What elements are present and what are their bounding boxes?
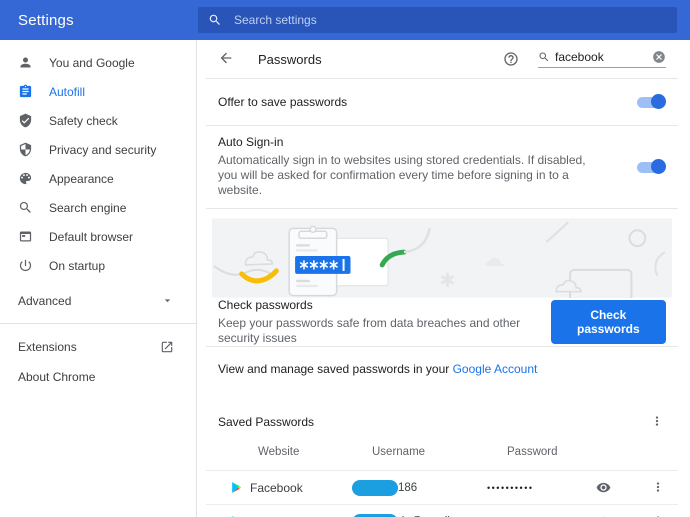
check-passwords-description: Keep your passwords safe from data breac…	[218, 316, 521, 345]
sidebar-item-about-chrome[interactable]: About Chrome	[0, 362, 196, 392]
sidebar-item-autofill[interactable]: Autofill	[0, 77, 196, 106]
offer-save-label: Offer to save passwords	[218, 95, 348, 109]
auto-signin-label: Auto Sign-in	[218, 135, 284, 149]
palette-icon	[19, 172, 32, 185]
sidebar-item-label: Search engine	[49, 200, 127, 215]
password-row: Facebook 186 ••••••••••	[206, 470, 678, 504]
toggle-knob	[651, 94, 666, 109]
password-row-menu-button[interactable]	[651, 480, 666, 495]
extensions-label: Extensions	[18, 340, 77, 354]
toggle-knob	[651, 158, 666, 174]
passwords-table-header: Website Username Password	[206, 434, 678, 470]
manage-passwords-note: View and manage saved passwords in your …	[206, 347, 678, 393]
saved-passwords-title: Saved Passwords	[218, 415, 315, 429]
passwords-search-field[interactable]	[538, 50, 666, 68]
person-icon	[20, 57, 31, 68]
power-icon	[19, 259, 32, 272]
sidebar-divider	[0, 323, 196, 324]
saved-passwords-header: Saved Passwords	[206, 410, 678, 434]
sidebar-item-extensions[interactable]: Extensions	[0, 332, 196, 362]
auto-signin-description: Automatically sign in to websites using …	[218, 153, 586, 197]
sidebar-item-label: Default browser	[49, 229, 134, 244]
back-arrow-icon	[220, 52, 232, 64]
saved-passwords-menu-button[interactable]	[650, 414, 666, 430]
auto-signin-row: Auto Sign-in Automatically sign in to we…	[206, 126, 678, 208]
browser-icon	[19, 231, 32, 242]
global-search-input[interactable]	[234, 13, 667, 27]
sidebar-item-you-and-google[interactable]: You and Google	[0, 48, 196, 77]
sidebar-item-default-browser[interactable]: Default browser	[0, 222, 196, 251]
eye-icon	[596, 482, 611, 492]
sidebar-item-label: On startup	[49, 258, 106, 273]
advanced-label: Advanced	[18, 293, 72, 308]
check-passwords-row: Check passwords Keep your passwords safe…	[206, 298, 678, 346]
check-passwords-illustration	[212, 218, 672, 298]
search-icon	[209, 14, 220, 25]
username-cell: 186	[352, 479, 487, 496]
help-icon	[504, 51, 518, 66]
offer-save-toggle[interactable]	[637, 94, 666, 110]
privacy-shield-icon	[19, 142, 32, 157]
sidebar-item-on-startup[interactable]: On startup	[0, 251, 196, 280]
username-redaction	[352, 479, 398, 496]
back-button[interactable]	[218, 50, 236, 68]
column-header-password: Password	[507, 446, 558, 458]
settings-sidebar: You and Google Autofill Safety check Pri…	[0, 40, 196, 517]
auto-signin-toggle[interactable]	[637, 158, 666, 175]
passwords-header: Passwords	[206, 40, 678, 78]
sidebar-item-label: You and Google	[49, 55, 135, 70]
check-passwords-button[interactable]: Check passwords	[550, 300, 666, 344]
column-header-username: Username	[372, 446, 426, 458]
clear-search-button[interactable]	[652, 50, 666, 64]
close-icon	[653, 51, 665, 63]
sidebar-item-privacy-security[interactable]: Privacy and security	[0, 135, 196, 164]
sidebar-item-appearance[interactable]: Appearance	[0, 164, 196, 193]
search-icon	[19, 201, 31, 213]
password-mask: ••••••••••	[487, 482, 534, 493]
sidebar-item-label: Autofill	[49, 84, 86, 99]
safety-check-icon	[19, 113, 32, 128]
sidebar-item-safety-check[interactable]: Safety check	[0, 106, 196, 135]
app-title: Settings	[18, 11, 74, 29]
offer-save-passwords-row: Offer to save passwords	[206, 79, 678, 125]
passwords-search-input[interactable]	[555, 50, 637, 64]
help-button[interactable]	[503, 51, 520, 68]
sidebar-item-search-engine[interactable]: Search engine	[0, 193, 196, 222]
chevron-down-icon	[164, 299, 171, 303]
column-header-website: Website	[258, 446, 300, 458]
page-title: Passwords	[258, 51, 322, 67]
show-password-button[interactable]	[596, 514, 612, 517]
autofill-icon	[19, 84, 32, 98]
more-vert-icon	[655, 416, 659, 426]
sidebar-item-label: Appearance	[49, 171, 114, 186]
more-vert-icon	[656, 482, 660, 492]
open-in-new-icon	[161, 341, 173, 353]
search-icon	[539, 52, 549, 62]
google-account-link[interactable]: Google Account	[453, 362, 538, 376]
sidebar-item-label: Privacy and security	[49, 142, 157, 157]
site-favicon	[232, 482, 242, 493]
check-passwords-title: Check passwords	[218, 298, 313, 312]
about-chrome-label: About Chrome	[18, 370, 96, 384]
username-suffix: 186	[398, 481, 418, 494]
username-cell: da@gmail.com	[352, 513, 487, 517]
top-bar: Settings	[0, 0, 690, 40]
site-name: Facebook	[250, 480, 303, 495]
manage-note-text: View and manage saved passwords in your	[218, 362, 453, 376]
global-search-bar[interactable]	[198, 7, 677, 33]
sidebar-advanced-toggle[interactable]: Advanced	[0, 286, 196, 315]
password-row: Facebook da@gmail.com ••••••••••	[206, 504, 678, 517]
eye-icon	[596, 516, 611, 517]
show-password-button[interactable]	[596, 480, 612, 496]
username-redaction	[352, 513, 398, 517]
main-content: Passwords Offer to sa	[196, 40, 690, 517]
sidebar-item-label: Safety check	[49, 113, 118, 128]
